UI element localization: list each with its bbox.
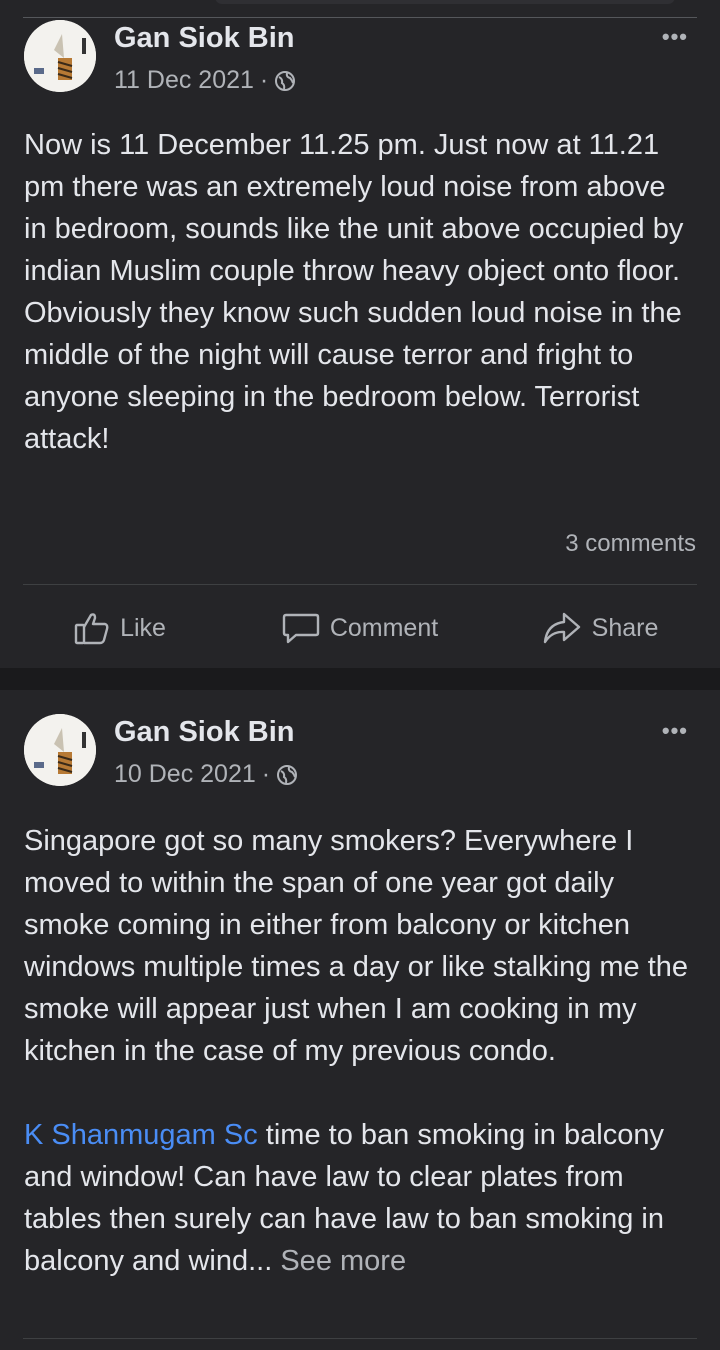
meta-separator: · xyxy=(261,760,271,788)
post-text: Singapore got so many smokers? Everywher… xyxy=(24,820,696,1282)
meta-separator: · xyxy=(259,66,269,94)
author-name[interactable]: Gan Siok Bin xyxy=(114,716,294,749)
post-meta: 11 Dec 2021 · xyxy=(114,66,296,95)
author-name[interactable]: Gan Siok Bin xyxy=(114,22,294,55)
post-date[interactable]: 11 Dec 2021 xyxy=(114,66,254,95)
like-label: Like xyxy=(120,613,166,642)
globe-icon xyxy=(275,70,296,91)
post-text: Now is 11 December 11.25 pm. Just now at… xyxy=(24,129,684,455)
post-actions: Like Comment Share xyxy=(0,608,720,648)
post-paragraph: Singapore got so many smokers? Everywher… xyxy=(24,825,689,1067)
scroll-edge xyxy=(215,0,675,4)
globe-icon xyxy=(277,764,298,785)
thumbs-up-icon xyxy=(74,613,109,645)
post-date[interactable]: 10 Dec 2021 xyxy=(114,760,256,789)
comment-label: Comment xyxy=(329,613,439,642)
previous-post-bottom xyxy=(0,0,720,18)
more-icon[interactable]: ••• xyxy=(662,24,688,50)
avatar[interactable] xyxy=(24,20,96,92)
comment-button[interactable]: Comment xyxy=(240,608,480,648)
comments-count[interactable]: 3 comments xyxy=(565,530,696,558)
post-card: Gan Siok Bin 11 Dec 2021 · ••• Now is 11… xyxy=(0,18,720,668)
share-label: Share xyxy=(591,613,659,642)
post-meta: 10 Dec 2021 · xyxy=(114,760,298,789)
divider xyxy=(23,1338,697,1339)
comment-icon xyxy=(282,613,320,644)
post-gap xyxy=(0,668,720,690)
like-button[interactable]: Like xyxy=(0,608,240,648)
divider xyxy=(23,584,697,585)
share-button[interactable]: Share xyxy=(480,608,720,648)
see-more-link[interactable]: See more xyxy=(280,1245,406,1277)
post-card: Gan Siok Bin 10 Dec 2021 · ••• Singapore… xyxy=(0,690,720,1350)
more-icon[interactable]: ••• xyxy=(662,718,688,744)
avatar[interactable] xyxy=(24,714,96,786)
share-icon xyxy=(543,612,580,644)
mention-link[interactable]: K Shanmugam Sc xyxy=(24,1119,258,1151)
